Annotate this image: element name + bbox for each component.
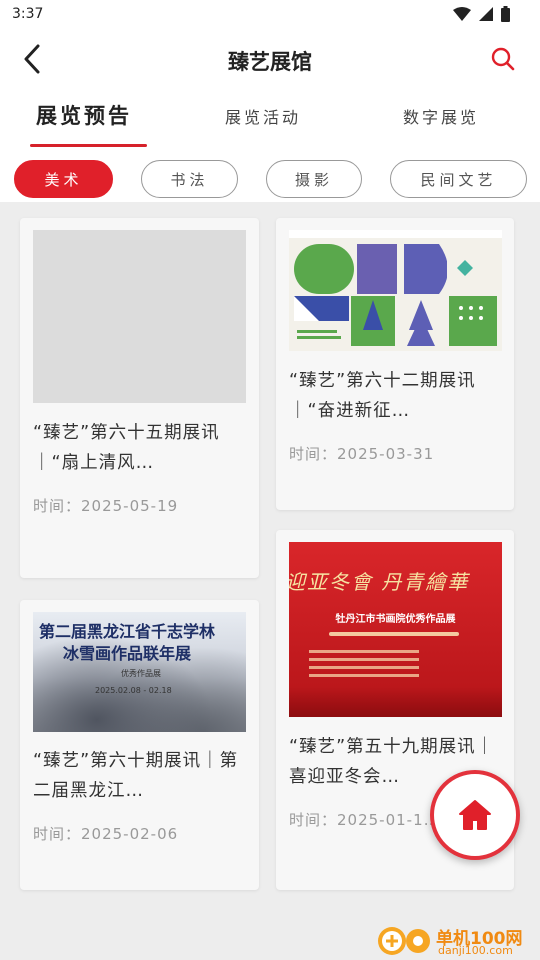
poster-exhibit-title: 牡丹江市书画院优秀作品展 <box>335 614 456 625</box>
signal-icon <box>479 7 493 21</box>
exhibition-card[interactable]: “臻艺”第六十五期展讯｜“扇上清风… 时间：2025-05-19 <box>20 218 259 578</box>
tab-bar: 展览预告 展览活动 数字展览 <box>0 94 540 147</box>
filter-chip-calligraphy[interactable]: 书法 <box>141 160 238 198</box>
wifi-icon <box>453 7 471 21</box>
card-title: “臻艺”第六十五期展讯｜“扇上清风… <box>33 423 220 473</box>
tab-digital-exhibition[interactable]: 数字展览 <box>403 104 479 128</box>
card-poster-image: 迎亚冬會 丹青繪華 牡丹江市书画院优秀作品展 <box>289 542 502 717</box>
tab-exhibition-preview[interactable]: 展览预告 <box>36 100 132 130</box>
status-icons <box>453 6 510 22</box>
tab-underline <box>30 144 147 147</box>
battery-icon <box>501 6 510 22</box>
home-fab-button[interactable] <box>430 770 520 860</box>
poster-subtitle: 优秀作品展 <box>121 669 161 678</box>
card-poster-image <box>289 230 502 351</box>
poster-date-line <box>329 632 459 636</box>
status-bar: 3:37 <box>0 0 540 32</box>
card-title: “臻艺”第六十期展讯｜第二届黑龙江… <box>33 751 239 801</box>
filter-chip-fine-art[interactable]: 美术 <box>14 160 113 198</box>
watermark: 单机100网 danji100.com <box>376 912 536 960</box>
filter-chip-photography[interactable]: 摄影 <box>266 160 362 198</box>
exhibition-card[interactable]: 第二届黑龙江省千志学林 冰雪画作品联年展 优秀作品展 2025.02.08 - … <box>20 600 259 890</box>
poster-banner-text: 迎亚冬會 丹青繪華 <box>289 570 470 594</box>
status-time: 3:37 <box>12 6 44 22</box>
card-time: 时间：2025-01-1… <box>289 811 440 829</box>
tab-exhibition-activities[interactable]: 展览活动 <box>225 104 301 128</box>
card-time: 时间：2025-02-06 <box>33 825 179 843</box>
watermark-logo-icon <box>378 927 430 955</box>
card-time: 时间：2025-03-31 <box>289 445 435 463</box>
home-icon <box>459 800 491 830</box>
card-poster-image: 第二届黑龙江省千志学林 冰雪画作品联年展 优秀作品展 2025.02.08 - … <box>33 612 246 732</box>
card-time: 时间：2025-05-19 <box>33 497 179 515</box>
page-title: 臻艺展馆 <box>228 50 312 74</box>
watermark-url: danji100.com <box>438 944 513 957</box>
poster-title-line2: 冰雪画作品联年展 <box>63 644 192 663</box>
filter-chip-folk-art[interactable]: 民间文艺 <box>390 160 527 198</box>
card-image-placeholder <box>33 230 246 403</box>
category-filter-bar: 美术 书法 摄影 民间文艺 <box>0 160 540 202</box>
exhibition-card[interactable]: “臻艺”第六十二期展讯｜“奋进新征… 时间：2025-03-31 <box>276 218 514 510</box>
poster-title-line1: 第二届黑龙江省千志学林 <box>39 622 216 641</box>
card-title: “臻艺”第六十二期展讯｜“奋进新征… <box>289 371 476 421</box>
poster-dates: 2025.02.08 - 02.18 <box>95 686 172 695</box>
search-icon[interactable] <box>490 46 516 72</box>
